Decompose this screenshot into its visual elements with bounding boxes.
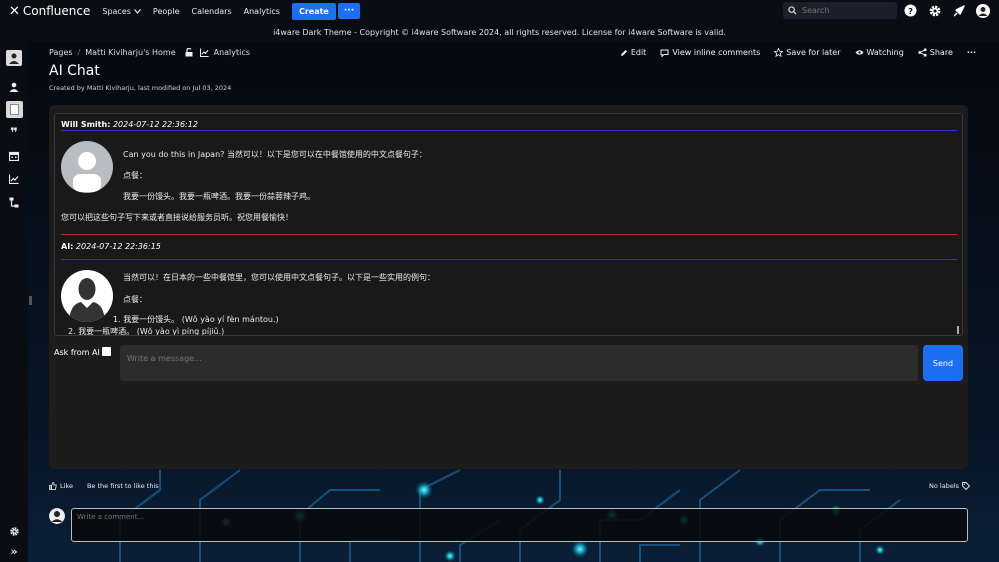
hierarchy-icon[interactable] <box>7 195 21 209</box>
like-row: Like Be the first to like this <box>49 482 159 490</box>
message-header: Will Smith: 2024-07-12 22:36:12 <box>61 120 198 129</box>
settings-icon[interactable] <box>7 524 21 538</box>
share-button[interactable]: Share <box>918 48 953 57</box>
labels-text: No labels <box>929 482 960 490</box>
breadcrumb-pages[interactable]: Pages <box>49 48 73 57</box>
svg-text:?: ? <box>908 6 913 16</box>
commenter-avatar <box>49 508 65 524</box>
like-status-text: Be the first to like this <box>86 482 159 490</box>
comment-icon <box>660 49 669 57</box>
nav-calendars[interactable]: Calendars <box>192 7 232 16</box>
left-sidebar: ❞ » <box>0 42 28 562</box>
pencil-icon <box>620 49 627 56</box>
message-timestamp: 2024-07-12 22:36:15 <box>75 242 161 251</box>
calendar-icon[interactable] <box>7 149 21 163</box>
message-input[interactable] <box>120 345 918 381</box>
watching-button[interactable]: Watching <box>854 48 904 57</box>
message-header: AI: 2024-07-12 22:36:15 <box>61 242 161 251</box>
edit-label: Edit <box>630 48 647 57</box>
chevron-down-icon <box>133 8 141 14</box>
create-more-button[interactable]: ··· <box>337 3 361 19</box>
like-label: Like <box>60 482 73 490</box>
message-author: AI: <box>61 242 74 251</box>
ask-from-ai-checkbox[interactable] <box>102 347 111 356</box>
analytics-small-icon <box>199 48 209 57</box>
license-banner: i4ware Dark Theme - Copyright © i4ware S… <box>0 22 999 42</box>
page-title: AI Chat <box>49 63 100 79</box>
ai-message-divider <box>61 259 957 260</box>
message-text: 我要一份馒头。我要一瓶啤酒。我要一份蒜蓉辣子鸡。 <box>123 192 315 201</box>
sidebar-resize-handle[interactable] <box>29 296 32 305</box>
message-separator <box>61 234 957 235</box>
notification-icon[interactable] <box>951 3 966 18</box>
comment-input[interactable] <box>71 508 968 542</box>
list-item: 2. 我要一瓶啤酒。 (Wǒ yào yì píng píjiǔ.) <box>68 327 225 336</box>
breadcrumb-separator: / <box>77 48 81 57</box>
confluence-logo[interactable]: ✕ Confluence <box>9 4 90 19</box>
ai-avatar <box>61 270 113 322</box>
quote-icon[interactable]: ❞ <box>7 126 21 141</box>
breadcrumb-home[interactable]: Matti Kiviharju's Home <box>85 48 175 57</box>
page-icon[interactable] <box>6 101 23 118</box>
view-comments-label: View inline comments <box>672 48 761 57</box>
create-button[interactable]: Create <box>291 2 336 20</box>
nav-people[interactable]: People <box>153 7 180 16</box>
message-timestamp: 2024-07-12 22:36:12 <box>112 120 198 129</box>
list-item-text: 我要一份馒头。 (Wǒ yào yí fèn mántou.) <box>123 315 279 324</box>
more-actions-button[interactable]: ··· <box>967 48 976 57</box>
save-for-later-button[interactable]: Save for later <box>774 48 841 57</box>
chat-scrollbar[interactable] <box>957 326 959 334</box>
search-input[interactable] <box>802 6 892 15</box>
nav-spaces[interactable]: Spaces <box>102 7 141 16</box>
user-avatar <box>61 141 113 193</box>
confluence-logo-icon: ✕ <box>9 3 20 19</box>
list-item-text: 我要一瓶啤酒。 (Wǒ yào yì píng píjiǔ.) <box>78 327 225 336</box>
message-text: 当然可以！在日本的一些中餐馆里，您可以使用中文点餐句子。以下是一些实用的例句： <box>123 273 435 282</box>
logo-label: Confluence <box>22 4 91 18</box>
user-message-divider <box>61 130 957 131</box>
analytics-icon[interactable] <box>7 172 21 186</box>
view-inline-comments-button[interactable]: View inline comments <box>660 48 760 57</box>
breadcrumb-analytics[interactable]: Analytics <box>214 48 250 57</box>
watching-label: Watching <box>866 48 904 57</box>
message-text: 您可以把这些句子写下来或者直接说给服务员听。祝您用餐愉快！ <box>61 213 293 222</box>
search-icon <box>788 6 797 15</box>
search-box[interactable] <box>783 2 897 19</box>
like-button[interactable]: Like <box>49 482 73 490</box>
user-avatar-icon[interactable] <box>975 3 990 18</box>
ask-from-ai-label: Ask from AI <box>54 348 100 357</box>
edit-button[interactable]: Edit <box>620 48 647 57</box>
eye-icon <box>854 50 864 55</box>
people-icon[interactable] <box>7 80 21 94</box>
message-text: Can you do this in Japan? 当然可以！以下是您可以在中餐… <box>123 150 427 159</box>
unlock-icon[interactable] <box>185 48 193 57</box>
save-later-label: Save for later <box>786 48 841 57</box>
label-tag-icon <box>962 482 971 490</box>
top-navigation: ✕ Confluence Spaces People Calendars Ana… <box>0 0 999 22</box>
share-label: Share <box>929 48 953 57</box>
chat-messages[interactable]: Will Smith: 2024-07-12 22:36:12 Can you … <box>54 113 963 336</box>
expand-icon[interactable]: » <box>7 544 21 558</box>
gear-icon[interactable] <box>927 3 942 18</box>
share-icon <box>918 48 927 57</box>
nav-analytics[interactable]: Analytics <box>244 7 280 16</box>
nav-spaces-label: Spaces <box>102 6 131 16</box>
message-text: 点餐： <box>123 171 147 180</box>
page-header: Pages / Matti Kiviharju's Home Analytics… <box>49 48 983 92</box>
ai-chat-panel: Will Smith: 2024-07-12 22:36:12 Can you … <box>49 105 968 469</box>
thumbs-up-icon <box>49 482 57 490</box>
list-item: 1. 我要一份馒头。 (Wǒ yào yí fèn mántou.) <box>113 315 279 324</box>
top-right-icons: ? <box>903 3 990 18</box>
message-text: 点餐： <box>123 295 147 304</box>
help-icon[interactable]: ? <box>903 3 918 18</box>
send-button[interactable]: Send <box>923 345 963 381</box>
message-author: Will Smith: <box>61 120 111 129</box>
star-icon <box>774 48 784 57</box>
page-actions: Edit View inline comments Save for later… <box>620 48 976 57</box>
labels-section[interactable]: No labels <box>929 482 971 490</box>
page-byline: Created by Matti Kiviharju, last modifie… <box>49 84 232 92</box>
space-avatar-icon[interactable] <box>6 50 22 66</box>
